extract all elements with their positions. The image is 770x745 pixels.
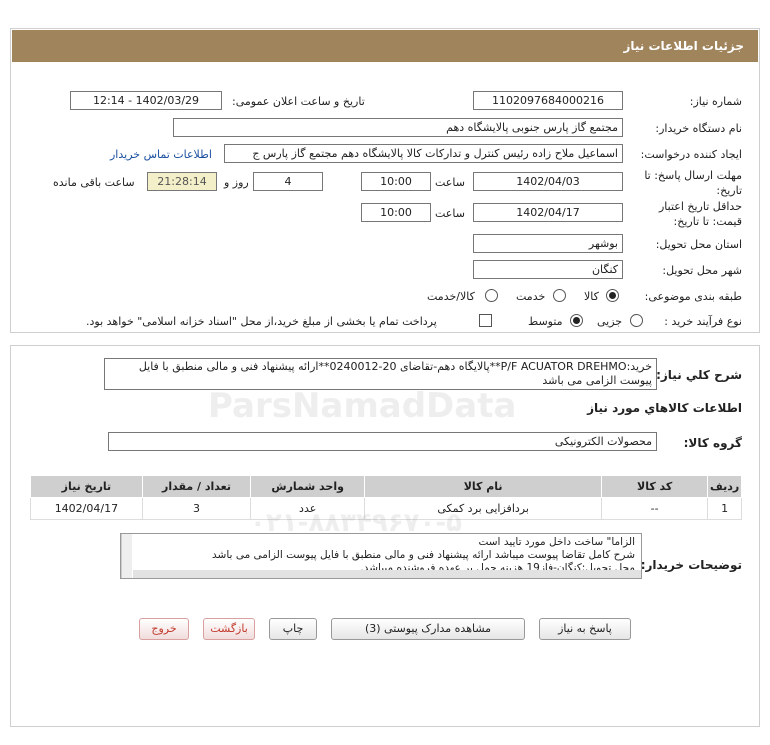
process-radio-partial[interactable] [630, 314, 643, 327]
validity-date-field: 1402/04/17 [473, 203, 623, 222]
validity-time-field: 10:00 [361, 203, 431, 222]
buyer-contact-link[interactable]: اطلاعات تماس خریدار [110, 148, 212, 161]
description-label: شرح کلي نياز: [656, 368, 742, 382]
buyer-notes-field[interactable]: الزاما" ساخت داخل مورد تایید است شرح کام… [120, 533, 642, 579]
cell-qty: 3 [141, 497, 252, 520]
table-header-row: ردیف کد کالا نام کالا واحد شمارش تعداد /… [30, 475, 742, 498]
category-option-service: خدمت [516, 290, 546, 303]
goods-group-field: محصولات الکترونیکی [108, 432, 657, 451]
goods-group-label: گروه کالا: [683, 436, 742, 450]
deadline-date-field: 1402/04/03 [473, 172, 623, 191]
category-option-both: کالا/خدمت [427, 290, 475, 303]
remaining-label: ساعت باقی مانده [53, 176, 135, 189]
col-code: کد کالا [601, 475, 709, 498]
print-button[interactable]: چاپ [269, 618, 317, 640]
description-field: خرید:P/F ACUATOR DREHMO**پالایگاه دهم-تق… [104, 358, 657, 390]
process-label: نوع فرآیند خرید : [664, 315, 742, 328]
city-field: کنگان [473, 260, 623, 279]
cell-code: -- [601, 497, 709, 520]
notes-horizontal-scrollbar[interactable] [133, 570, 641, 578]
category-radio-goods[interactable] [606, 289, 619, 302]
province-label: استان محل تحویل: [655, 238, 742, 251]
category-radio-both[interactable] [485, 289, 498, 302]
notes-line: شرح کامل تقاضا پیوست میباشد ارائه پیشنها… [212, 549, 635, 561]
category-option-goods: کالا [584, 290, 599, 303]
buyer-org-field: مجتمع گاز پارس جنوبی پالایشگاه دهم [173, 118, 623, 137]
cell-row: 1 [707, 497, 742, 520]
notes-line: الزاما" ساخت داخل مورد تایید است [478, 536, 635, 548]
cell-date: 1402/04/17 [30, 497, 143, 520]
col-row: ردیف [707, 475, 742, 498]
need-number-label: شماره نیاز: [689, 95, 742, 108]
process-option-medium: متوسط [528, 315, 563, 328]
deadline-time-label: ساعت [435, 176, 465, 189]
reply-button[interactable]: پاسخ به نیاز [539, 618, 631, 640]
need-number-field: 1102097684000216 [473, 91, 623, 110]
process-radio-medium[interactable] [570, 314, 583, 327]
treasury-checkbox[interactable] [479, 314, 492, 327]
page-title: جزئیات اطلاعات نیاز [12, 30, 758, 62]
deadline-time-field: 10:00 [361, 172, 431, 191]
deadline-label: مهلت ارسال پاسخ: تا تاریخ: [644, 169, 742, 197]
notes-vertical-scrollbar[interactable] [121, 534, 132, 578]
col-qty: تعداد / مقدار [141, 475, 252, 498]
process-option-partial: جزیی [597, 315, 623, 328]
days-field: 4 [253, 172, 323, 191]
announce-field: 1402/03/29 - 12:14 [70, 91, 222, 110]
remaining-time-field: 21:28:14 [147, 172, 217, 191]
goods-section-title: اطلاعات کالاهاي مورد نياز [587, 401, 742, 415]
validity-time-label: ساعت [435, 207, 465, 220]
goods-table: ردیف کد کالا نام کالا واحد شمارش تعداد /… [30, 475, 742, 520]
buyer-org-label: نام دستگاه خریدار: [655, 122, 742, 135]
table-row[interactable]: 1 -- بردافزایی برد کمکی عدد 3 1402/04/17 [30, 497, 742, 520]
col-name: نام کالا [364, 475, 603, 498]
attachments-button[interactable]: مشاهده مدارک پیوستی (3) [331, 618, 525, 640]
col-unit: واحد شمارش [250, 475, 366, 498]
province-field: بوشهر [473, 234, 623, 253]
cell-unit: عدد [250, 497, 366, 520]
days-label: روز و [224, 176, 249, 189]
category-radio-service[interactable] [553, 289, 566, 302]
announce-label: تاریخ و ساعت اعلان عمومی: [232, 95, 365, 108]
requester-field: اسماعیل ملاح زاده رئیس کنترل و تدارکات ک… [224, 144, 623, 163]
cell-name: بردافزایی برد کمکی [364, 497, 603, 520]
exit-button[interactable]: خروج [139, 618, 189, 640]
back-button[interactable]: بازگشت [203, 618, 255, 640]
treasury-note: پرداخت تمام یا بخشی از مبلغ خرید،از محل … [86, 315, 437, 328]
col-date: تاریخ نیاز [30, 475, 143, 498]
buyer-notes-label: توضیحات خریدار: [640, 558, 742, 572]
category-label: طبقه بندی موضوعی: [644, 290, 742, 303]
requester-label: ایجاد کننده درخواست: [640, 148, 742, 161]
city-label: شهر محل تحویل: [662, 264, 742, 277]
validity-label: حداقل تاریخ اعتبار قیمت: تا تاریخ: [658, 200, 742, 228]
